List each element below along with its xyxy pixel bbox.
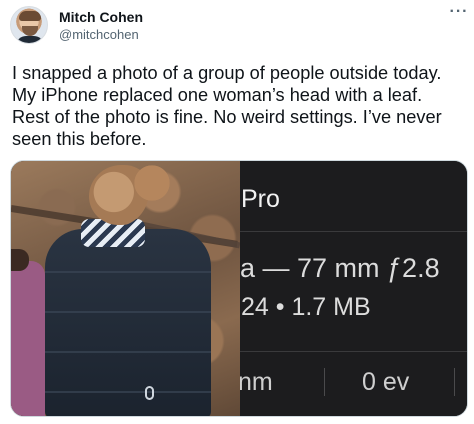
photo-leaf [129, 161, 175, 205]
info-exposure: 0 ev [362, 368, 410, 396]
photo-person-left [11, 261, 45, 416]
info-separator [454, 368, 455, 396]
info-focal-fragment: nm [240, 368, 273, 396]
tweet-card: Mitch Cohen @mitchcohen ··· I snapped a … [0, 0, 474, 424]
info-lens: a — 77 mm ƒ2.8 [240, 253, 440, 283]
coat-quilt-line [45, 351, 211, 353]
author-handle[interactable]: @mitchcohen [59, 27, 139, 42]
info-divider [240, 231, 467, 232]
photo-zipper-pull [145, 386, 154, 400]
avatar-shirt [16, 36, 44, 43]
coat-quilt-line [45, 391, 211, 393]
photo-person-left-head [11, 249, 29, 271]
info-file-size: 24 • 1.7 MB [241, 293, 371, 321]
photo-left[interactable] [11, 161, 241, 416]
more-options-icon[interactable]: ··· [448, 4, 470, 24]
tweet-media[interactable]: Pro a — 77 mm ƒ2.8 24 • 1.7 MB nm 0 ev [10, 160, 468, 417]
info-camera-title: Pro [241, 185, 280, 213]
avatar-hair [19, 11, 41, 21]
coat-quilt-line [45, 271, 211, 273]
photo-woman-coat [45, 229, 211, 416]
tweet-text: I snapped a photo of a group of people o… [12, 63, 442, 149]
author-name[interactable]: Mitch Cohen [59, 9, 143, 25]
info-separator [324, 368, 325, 396]
photo-info-panel[interactable]: Pro a — 77 mm ƒ2.8 24 • 1.7 MB nm 0 ev [240, 161, 467, 416]
info-divider [240, 351, 467, 352]
coat-quilt-line [45, 311, 211, 313]
author-avatar[interactable] [10, 6, 48, 44]
avatar-beard [22, 26, 38, 36]
